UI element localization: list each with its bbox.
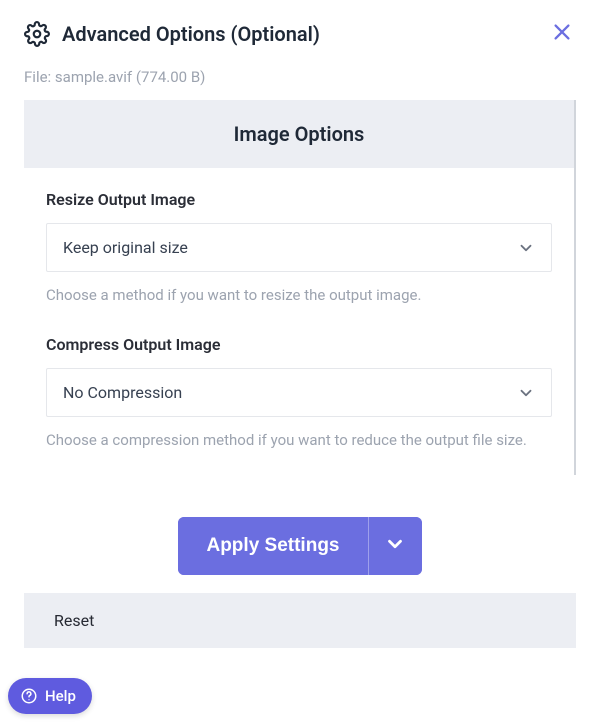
apply-button[interactable]: Apply Settings	[178, 517, 367, 575]
compress-select[interactable]: No Compression	[46, 368, 552, 417]
dialog-header: Advanced Options (Optional)	[0, 0, 600, 60]
resize-select[interactable]: Keep original size	[46, 223, 552, 272]
help-label: Help	[45, 687, 76, 705]
close-icon	[551, 21, 573, 47]
reset-label: Reset	[54, 611, 94, 630]
chevron-down-icon	[517, 384, 535, 402]
dialog-title: Advanced Options (Optional)	[62, 22, 320, 46]
reset-button[interactable]: Reset	[24, 593, 576, 648]
resize-label: Resize Output Image	[46, 190, 552, 209]
help-icon	[20, 687, 38, 705]
compress-help: Choose a compression method if you want …	[46, 429, 552, 452]
resize-help: Choose a method if you want to resize th…	[46, 284, 552, 307]
compress-field: Compress Output Image No Compression Cho…	[24, 313, 574, 474]
header-left: Advanced Options (Optional)	[24, 21, 320, 47]
resize-select-value: Keep original size	[63, 238, 188, 257]
resize-field: Resize Output Image Keep original size C…	[24, 168, 574, 313]
file-label: File:	[24, 68, 51, 86]
compress-select-value: No Compression	[63, 383, 182, 402]
options-panel: Image Options Resize Output Image Keep o…	[24, 100, 576, 475]
close-button[interactable]	[548, 20, 576, 48]
file-size: (774.00 B)	[136, 68, 206, 86]
chevron-down-icon	[384, 533, 406, 558]
compress-label: Compress Output Image	[46, 335, 552, 354]
apply-button-group: Apply Settings	[178, 517, 421, 575]
section-title: Image Options	[24, 100, 574, 168]
apply-dropdown-button[interactable]	[368, 517, 422, 575]
actions: Apply Settings	[0, 475, 600, 575]
file-name: sample.avif	[55, 68, 132, 86]
chevron-down-icon	[517, 239, 535, 257]
file-info: File: sample.avif (774.00 B)	[0, 60, 600, 100]
help-button[interactable]: Help	[8, 678, 92, 714]
gear-icon	[24, 21, 50, 47]
